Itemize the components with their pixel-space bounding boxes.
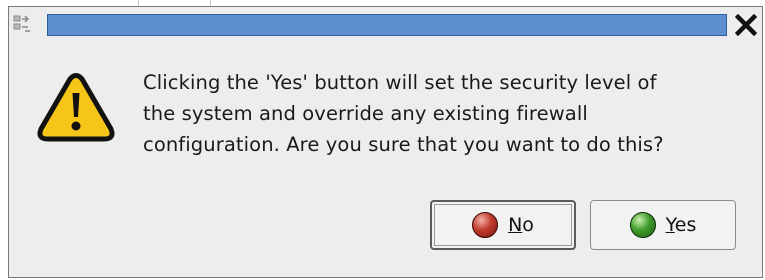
- red-ball-icon: [472, 212, 499, 238]
- dialog-message: Clicking the 'Yes' button will set the s…: [143, 67, 753, 160]
- title-bar[interactable]: [9, 7, 762, 43]
- green-ball-icon: [629, 212, 656, 238]
- no-button[interactable]: No: [430, 200, 576, 250]
- message-line: Clicking the 'Yes' button will set the s…: [143, 71, 657, 94]
- no-label-rest: o: [522, 214, 534, 236]
- close-icon: [735, 14, 757, 36]
- no-button-label: No: [508, 214, 534, 236]
- warning-icon: [37, 73, 115, 145]
- yes-mnemonic: Y: [665, 214, 675, 236]
- no-mnemonic: N: [508, 214, 523, 236]
- title-bar-fill: [47, 14, 727, 36]
- message-line: configuration. Are you sure that you wan…: [143, 133, 664, 156]
- confirmation-dialog: Clicking the 'Yes' button will set the s…: [8, 6, 763, 278]
- window-menu-icon[interactable]: [12, 13, 34, 35]
- yes-label-rest: es: [674, 214, 697, 236]
- message-line: the system and override any existing fir…: [143, 102, 588, 125]
- yes-button-label: Yes: [666, 214, 697, 236]
- yes-button[interactable]: Yes: [590, 200, 736, 250]
- screen: Clicking the 'Yes' button will set the s…: [0, 0, 765, 280]
- close-button[interactable]: [733, 11, 759, 39]
